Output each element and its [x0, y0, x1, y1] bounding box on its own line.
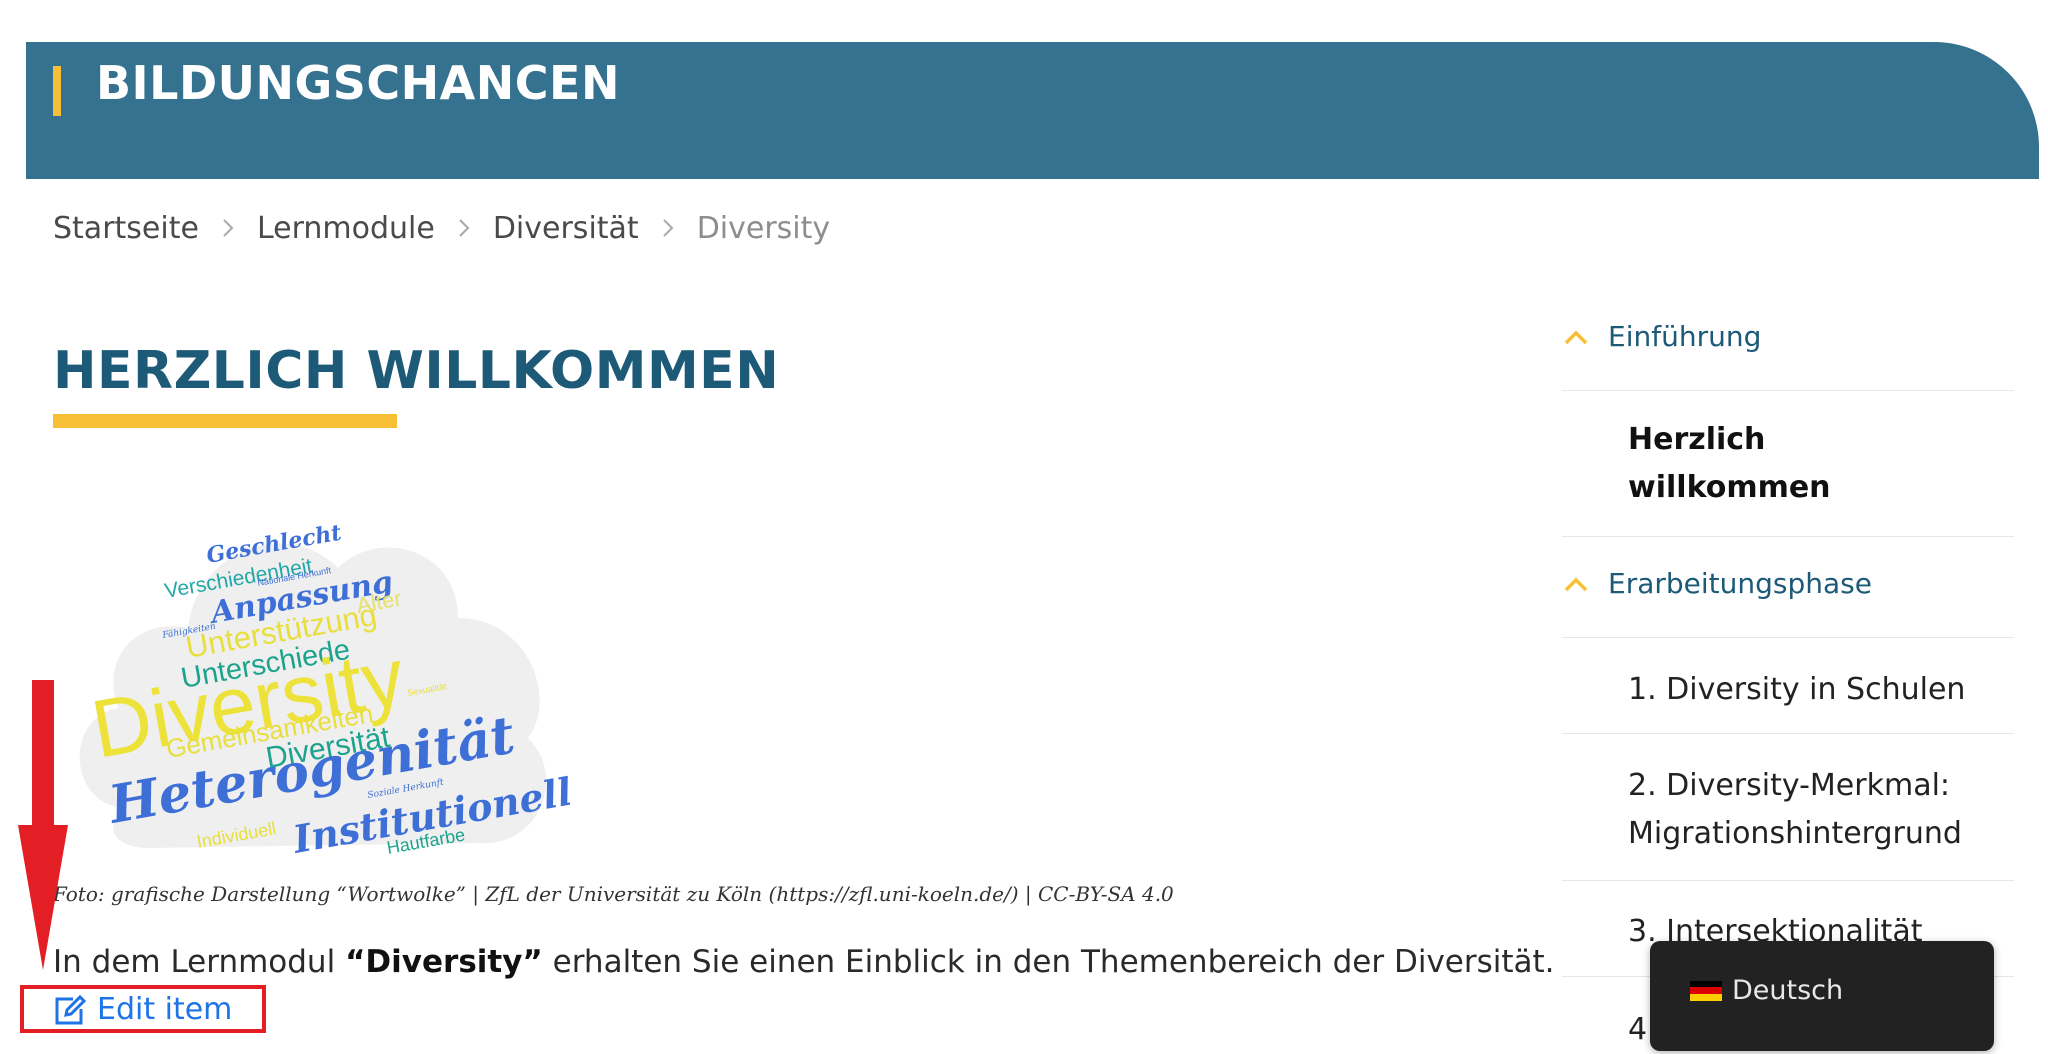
header-accent-bar [53, 66, 61, 116]
sidebar-section-label: Einführung [1608, 320, 1762, 353]
sidebar-section-einfuehrung[interactable]: Einführung [1562, 320, 2014, 353]
sidebar-divider [1562, 880, 2014, 881]
intro-text-before: In dem Lernmodul [53, 944, 346, 980]
sidebar-item-line: Herzlich [1628, 422, 1766, 457]
sidebar-item-line: Migrationshintergrund [1628, 816, 1962, 851]
intro-module-name: “Diversity” [345, 944, 543, 980]
sidebar-item-diversity-in-schulen[interactable]: 1. Diversity in Schulen [1628, 666, 2008, 714]
sidebar-divider [1562, 390, 2014, 391]
sidebar-section-label: Erarbeitungsphase [1608, 567, 1872, 600]
sidebar-item-herzlich-willkommen[interactable]: Herzlich willkommen [1628, 416, 2008, 512]
breadcrumb-lernmodule[interactable]: Lernmodule [257, 211, 435, 246]
flag-de-icon [1690, 980, 1722, 1001]
edit-item-link[interactable]: Edit item [53, 992, 232, 1027]
site-title[interactable]: BILDUNGSCHANCEN [96, 56, 620, 110]
sidebar-item-migrationshintergrund[interactable]: 2. Diversity-Merkmal: Migrationshintergr… [1628, 762, 2008, 858]
sidebar-item-line: willkommen [1628, 470, 1831, 505]
sidebar-item-line: 1. Diversity in Schulen [1628, 672, 1966, 707]
sidebar-divider [1562, 733, 2014, 734]
chevron-right-icon [662, 218, 674, 238]
language-label: Deutsch [1732, 975, 1844, 1006]
sidebar-divider [1562, 536, 2014, 537]
chevron-right-icon [222, 218, 234, 238]
sidebar-section-erarbeitungsphase[interactable]: Erarbeitungsphase [1562, 567, 2014, 600]
red-arrow-annotation [18, 680, 68, 970]
breadcrumb-diversitaet[interactable]: Diversität [493, 211, 639, 246]
title-underline [53, 414, 397, 428]
sidebar-divider [1562, 637, 2014, 638]
intro-text-after: erhalten Sie einen Einblick in den Theme… [542, 944, 1555, 980]
image-caption: Foto: grafische Darstellung “Wortwolke” … [53, 882, 1174, 906]
edit-item-label: Edit item [97, 992, 233, 1027]
page-title: HERZLICH WILLKOMMEN [53, 341, 780, 401]
sidebar-item-line: 2. Diversity-Merkmal: [1628, 768, 1951, 803]
language-option-deutsch[interactable]: Deutsch [1690, 975, 1843, 1006]
chevron-right-icon [458, 218, 470, 238]
chevron-up-icon [1564, 577, 1588, 591]
edit-icon [55, 994, 87, 1024]
breadcrumb-current: Diversity [696, 210, 831, 246]
breadcrumb-startseite[interactable]: Startseite [53, 211, 199, 246]
chevron-up-icon [1564, 330, 1588, 344]
wordcloud-image: Geschlecht Verschiedenheit Nationale Her… [79, 520, 570, 860]
breadcrumb: Startseite Lernmodule Diversität Diversi… [53, 206, 830, 250]
intro-paragraph: In dem Lernmodul “Diversity” erhalten Si… [53, 944, 1555, 980]
